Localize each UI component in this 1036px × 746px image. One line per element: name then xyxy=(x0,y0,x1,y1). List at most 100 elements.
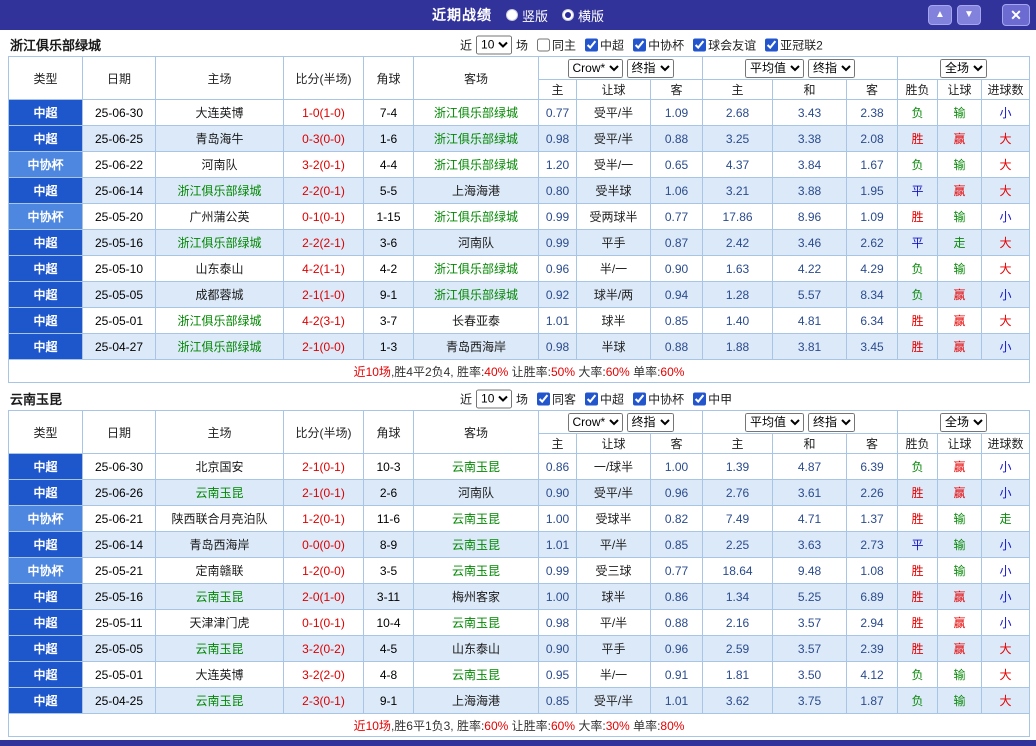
filter-checkbox[interactable] xyxy=(585,392,599,405)
filter-checkbox-label: 中超 xyxy=(600,392,625,406)
filter-option[interactable]: 中甲 xyxy=(693,390,732,407)
filter-option[interactable]: 中协杯 xyxy=(633,390,684,407)
handicap-result-cell: 赢 xyxy=(937,635,983,662)
match-row: 中超 25-05-10 山东泰山 4-2(1-1) 4-2 浙江俱乐部绿城 0.96 半/一 0… xyxy=(8,255,1031,282)
goals-result-cell: 大 xyxy=(981,125,1031,152)
result-cell: 负 xyxy=(897,99,939,126)
away-odds-cell: 1.00 xyxy=(649,453,704,480)
filter-checkbox[interactable] xyxy=(537,392,551,405)
bookmaker-stage-select[interactable]: 终指 xyxy=(626,412,674,432)
filter-option[interactable]: 中超 xyxy=(585,390,624,407)
goals-result-cell: 大 xyxy=(981,687,1031,714)
avg-away-cell: 2.62 xyxy=(846,229,899,256)
bookmaker-select[interactable]: Crow* xyxy=(567,58,623,78)
layout-radio-vertical[interactable]: 竖版 xyxy=(505,6,548,25)
avg-home-cell: 3.25 xyxy=(702,125,774,152)
home-team-cell: 云南玉昆 xyxy=(155,583,284,610)
match-type-cell: 中超 xyxy=(8,255,83,282)
subcol-avg-away: 客 xyxy=(846,433,899,454)
home-odds-cell: 0.92 xyxy=(538,281,577,308)
home-odds-cell: 1.01 xyxy=(538,307,577,334)
away-odds-cell: 0.94 xyxy=(649,281,704,308)
home-team-cell: 北京国安 xyxy=(155,453,284,480)
home-team-cell: 定南赣联 xyxy=(155,557,284,584)
scroll-up-button[interactable]: ▲ xyxy=(928,5,952,25)
score-cell: 0-3(0-0) xyxy=(283,125,364,152)
scope-select[interactable]: 全场 xyxy=(940,58,988,78)
average-stage-select[interactable]: 终指 xyxy=(808,412,856,432)
filter-checkbox[interactable] xyxy=(537,38,551,51)
handicap-cell: 受球半 xyxy=(576,505,651,532)
filter-checkbox[interactable] xyxy=(585,38,599,51)
filter-option[interactable]: 中协杯 xyxy=(633,36,684,53)
away-odds-cell: 0.85 xyxy=(649,531,704,558)
summary-segment: 单率: xyxy=(629,718,661,733)
away-team-cell: 云南玉昆 xyxy=(413,557,539,584)
goals-result-cell: 小 xyxy=(981,583,1031,610)
window-title: 近期战绩 xyxy=(431,7,492,23)
subcol-avg-home: 主 xyxy=(702,79,774,100)
match-date-cell: 25-06-25 xyxy=(82,125,156,152)
subcol-goals-result: 进球数 xyxy=(981,79,1031,100)
corners-cell: 9-1 xyxy=(363,281,414,308)
bookmaker-stage-select[interactable]: 终指 xyxy=(626,58,674,78)
home-odds-cell: 1.01 xyxy=(538,531,577,558)
handicap-cell: 受两球半 xyxy=(576,203,651,230)
close-button[interactable]: ✕ xyxy=(1002,4,1030,26)
results-table: 类型 日期 主场 比分(半场) 角球 客场 Crow* 终指 平均值 终指 全场… xyxy=(7,56,1031,383)
filter-option[interactable]: 亚冠联2 xyxy=(765,36,823,53)
subcol-result: 胜负 xyxy=(897,79,939,100)
handicap-cell: 半/一 xyxy=(576,661,651,688)
filter-option[interactable]: 同客 xyxy=(537,390,576,407)
result-cell: 胜 xyxy=(897,479,939,506)
match-count-select[interactable]: 10 xyxy=(476,389,513,408)
titlebar-center: 近期战绩 竖版 横版 xyxy=(0,5,1036,25)
summary-segment: 40% xyxy=(484,364,509,379)
scope-select[interactable]: 全场 xyxy=(940,412,988,432)
match-date-cell: 25-06-14 xyxy=(82,177,156,204)
average-select[interactable]: 平均值 xyxy=(745,412,805,432)
handicap-result-cell: 赢 xyxy=(937,453,983,480)
filter-checkbox[interactable] xyxy=(693,392,707,405)
match-count-select[interactable]: 10 xyxy=(476,35,513,54)
avg-draw-cell: 5.25 xyxy=(772,583,848,610)
handicap-cell: 平/半 xyxy=(576,609,651,636)
match-type-cell: 中超 xyxy=(8,177,83,204)
avg-draw-cell: 4.22 xyxy=(772,255,848,282)
home-odds-cell: 0.90 xyxy=(538,479,577,506)
bookmaker-group-header: Crow* 终指 xyxy=(537,410,704,434)
match-type-cell: 中超 xyxy=(8,661,83,688)
subcol-away-odds: 客 xyxy=(649,433,704,454)
match-date-cell: 25-05-16 xyxy=(82,229,156,256)
filter-checkbox[interactable] xyxy=(633,392,647,405)
filter-checkbox-label: 同主 xyxy=(552,38,577,52)
match-date-cell: 25-05-05 xyxy=(82,635,156,662)
filter-option[interactable]: 球会友谊 xyxy=(693,36,756,53)
avg-draw-cell: 8.96 xyxy=(772,203,848,230)
away-odds-cell: 0.88 xyxy=(649,333,704,360)
average-stage-select[interactable]: 终指 xyxy=(808,58,856,78)
bookmaker-select[interactable]: Crow* xyxy=(567,412,623,432)
avg-away-cell: 6.89 xyxy=(846,583,899,610)
layout-radio-horizontal[interactable]: 横版 xyxy=(562,6,604,25)
home-team-cell: 大连英博 xyxy=(155,661,284,688)
filter-checkbox-label: 中超 xyxy=(600,38,625,52)
avg-away-cell: 6.34 xyxy=(846,307,899,334)
handicap-cell: 球半/两 xyxy=(576,281,651,308)
filter-option[interactable]: 中超 xyxy=(585,36,624,53)
match-type-cell: 中超 xyxy=(8,125,83,152)
home-odds-cell: 0.99 xyxy=(538,557,577,584)
filter-checkbox[interactable] xyxy=(633,38,647,51)
handicap-result-cell: 赢 xyxy=(937,583,983,610)
scroll-down-button[interactable]: ▼ xyxy=(957,5,981,25)
avg-home-cell: 18.64 xyxy=(702,557,774,584)
filter-checkbox[interactable] xyxy=(765,38,779,51)
avg-home-cell: 2.59 xyxy=(702,635,774,662)
score-cell: 2-3(0-1) xyxy=(283,687,364,714)
corners-cell: 8-9 xyxy=(363,531,414,558)
average-select[interactable]: 平均值 xyxy=(745,58,805,78)
result-cell: 胜 xyxy=(897,609,939,636)
filter-option[interactable]: 同主 xyxy=(537,36,576,53)
filter-checkbox[interactable] xyxy=(693,38,707,51)
handicap-result-cell: 赢 xyxy=(937,125,983,152)
